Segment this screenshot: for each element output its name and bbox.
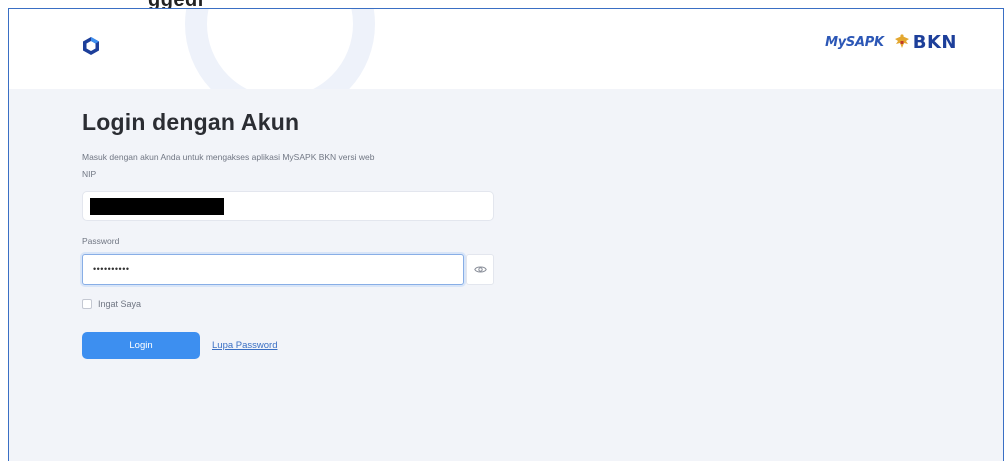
- forgot-password-link[interactable]: Lupa Password: [212, 340, 277, 351]
- remember-me: Ingat Saya: [82, 299, 502, 309]
- decorative-circle: [185, 9, 375, 89]
- garuda-emblem-icon: [894, 34, 909, 48]
- nip-input[interactable]: [82, 191, 494, 221]
- form-actions: Login Lupa Password: [82, 332, 502, 359]
- login-subtitle: Masuk dengan akun Anda untuk mengakses a…: [82, 152, 375, 162]
- toggle-password-button[interactable]: [466, 254, 494, 285]
- nip-label: NIP: [82, 169, 97, 179]
- password-row: ••••••••••: [82, 254, 502, 285]
- cut-text: ggedi: [148, 0, 204, 8]
- redacted-value: [90, 198, 224, 215]
- eye-icon: [473, 266, 487, 273]
- page-title: Login dengan Akun: [82, 109, 300, 135]
- top-cut-fragment: ggedi: [0, 0, 1008, 8]
- app-logo-icon: [83, 37, 99, 55]
- login-form: Login dengan Akun Masuk dengan akun Anda…: [82, 109, 502, 359]
- bkn-logo: BKN: [894, 32, 957, 53]
- login-button[interactable]: Login: [82, 332, 200, 359]
- mysapk-logo: MySAPK: [825, 34, 884, 50]
- browser-frame: MySAPK BKN Login dengan Akun Masuk denga…: [8, 8, 1004, 461]
- bkn-text: BKN: [912, 31, 957, 53]
- header: MySAPK BKN: [9, 9, 1003, 89]
- partner-logos: MySAPK BKN: [825, 27, 957, 57]
- password-label: Password: [82, 236, 120, 246]
- password-input[interactable]: ••••••••••: [82, 254, 464, 285]
- remember-label[interactable]: Ingat Saya: [98, 299, 141, 309]
- remember-checkbox[interactable]: [82, 299, 92, 309]
